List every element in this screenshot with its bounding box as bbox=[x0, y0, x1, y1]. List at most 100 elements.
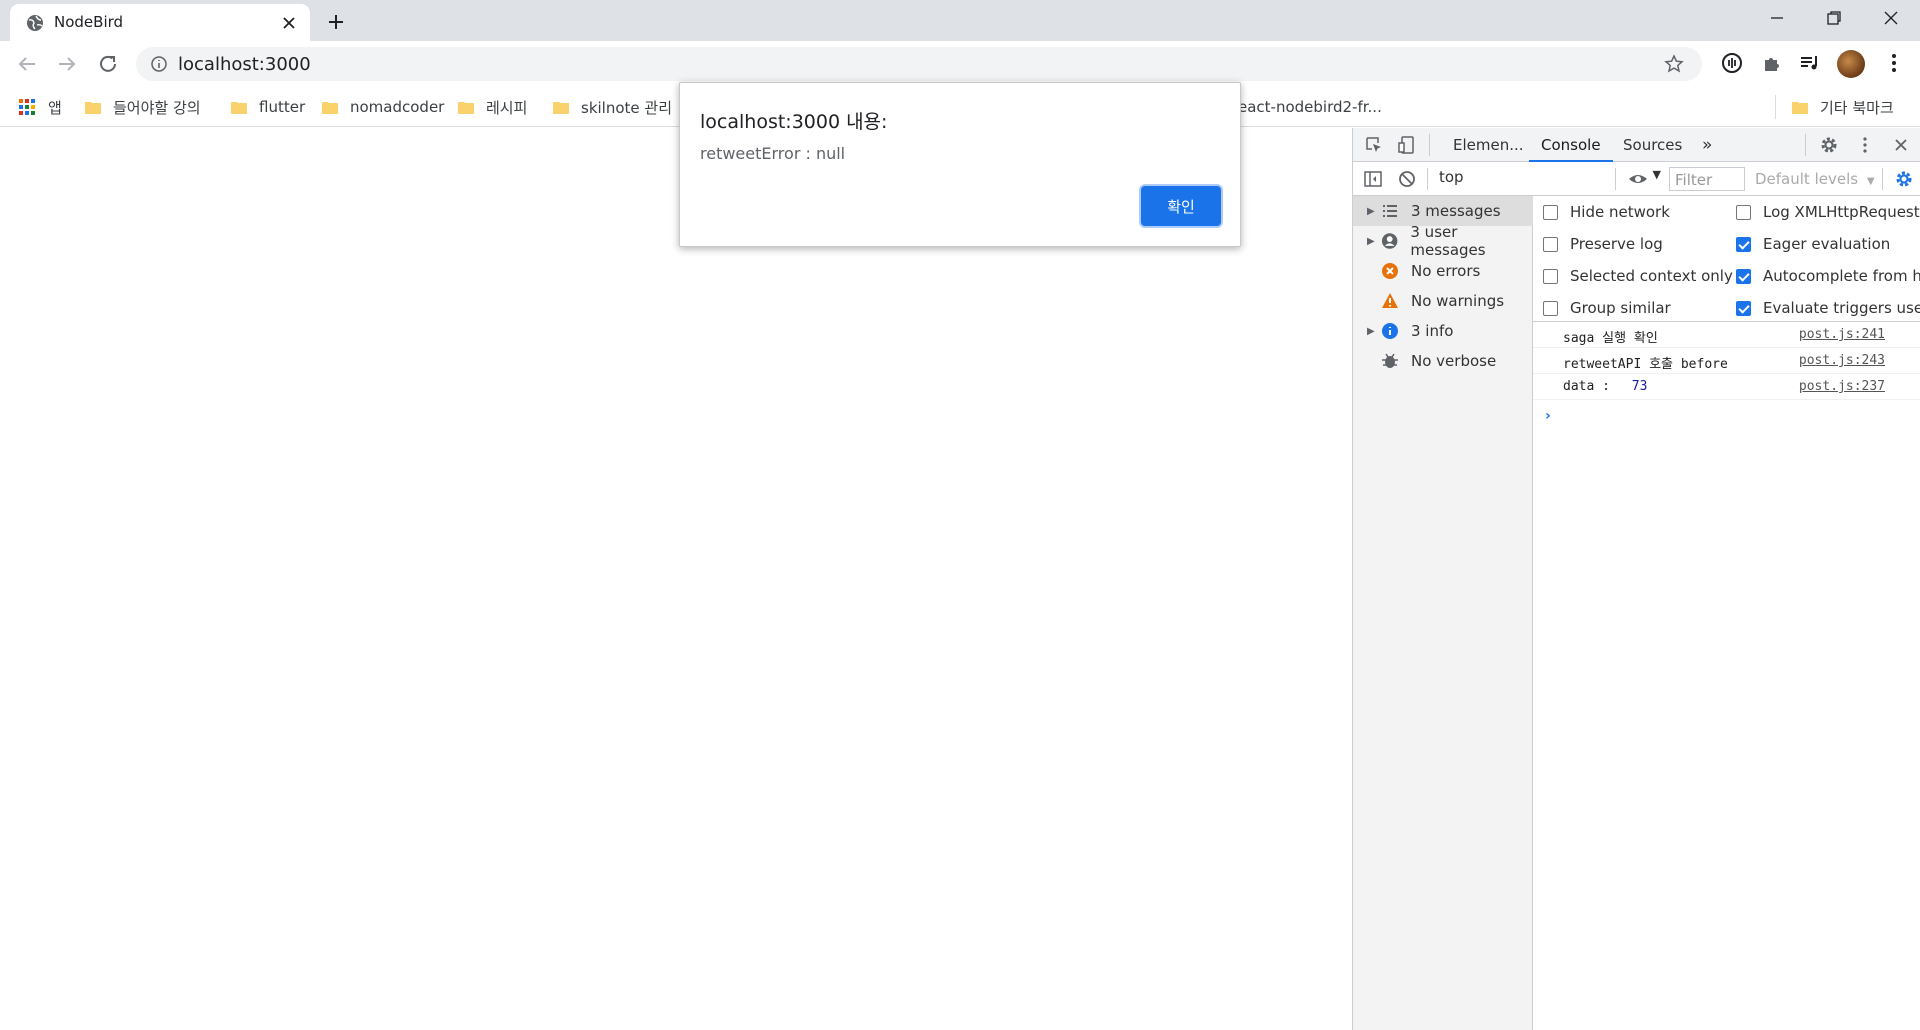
url-text: localhost:3000 bbox=[178, 54, 311, 75]
dialog-ok-button[interactable]: 확인 bbox=[1141, 186, 1221, 226]
option-autocomplete-history[interactable]: Autocomplete from hist bbox=[1736, 260, 1920, 292]
checkbox[interactable] bbox=[1543, 300, 1558, 316]
tab-sources[interactable]: Sources bbox=[1623, 128, 1682, 162]
option-label: Eager evaluation bbox=[1763, 235, 1891, 253]
address-bar[interactable]: localhost:3000 bbox=[136, 47, 1702, 81]
bookmark-folder[interactable]: flutter bbox=[231, 87, 305, 127]
log-source-link[interactable]: post.js:243 bbox=[1799, 353, 1885, 368]
browser-tab[interactable]: NodeBird bbox=[10, 4, 310, 41]
forward-icon[interactable] bbox=[55, 52, 79, 76]
checkbox-checked[interactable] bbox=[1736, 236, 1751, 252]
folder-icon bbox=[85, 102, 101, 114]
toolbar-divider bbox=[1429, 134, 1430, 156]
new-tab-icon[interactable] bbox=[326, 12, 346, 32]
more-menu-icon[interactable] bbox=[1882, 51, 1906, 75]
toolbar-divider bbox=[1615, 168, 1616, 190]
bookmark-other-folder[interactable]: 기타 북마크 bbox=[1792, 87, 1894, 127]
option-selected-context-only[interactable]: Selected context only bbox=[1543, 260, 1733, 292]
sidebar-item-warnings[interactable]: No warnings bbox=[1353, 286, 1533, 316]
close-tab-icon[interactable] bbox=[280, 14, 298, 32]
extension-audio-icon[interactable] bbox=[1720, 51, 1744, 75]
checkbox[interactable] bbox=[1543, 268, 1558, 284]
bookmark-folder[interactable]: skilnote 관리 bbox=[553, 87, 672, 127]
dropdown-arrow-icon: ▼ bbox=[1866, 176, 1875, 187]
window-close-icon[interactable] bbox=[1881, 8, 1901, 28]
console-settings-gear-icon[interactable] bbox=[1894, 169, 1914, 189]
log-levels-dropdown[interactable]: Default levels ▼ bbox=[1755, 170, 1875, 188]
site-info-icon[interactable] bbox=[150, 55, 168, 73]
close-devtools-icon[interactable] bbox=[1891, 135, 1911, 155]
option-label: Autocomplete from hist bbox=[1763, 267, 1920, 285]
checkbox[interactable] bbox=[1543, 236, 1558, 252]
log-source-link[interactable]: post.js:241 bbox=[1799, 327, 1885, 342]
bookmark-folder[interactable]: 레시피 bbox=[458, 87, 527, 127]
inspect-element-icon[interactable] bbox=[1364, 135, 1384, 155]
option-hide-network[interactable]: Hide network bbox=[1543, 196, 1733, 228]
context-value: top bbox=[1439, 168, 1464, 186]
settings-gear-icon[interactable] bbox=[1819, 135, 1839, 155]
extensions-puzzle-icon[interactable] bbox=[1760, 51, 1784, 75]
bookmark-folder[interactable]: nomadcoder bbox=[322, 87, 444, 127]
sidebar-item-info[interactable]: ▶ 3 info bbox=[1353, 316, 1533, 346]
checkbox-checked[interactable] bbox=[1736, 268, 1751, 284]
settings-column-right: Log XMLHttpRequests Eager evaluation Aut… bbox=[1736, 196, 1920, 321]
checkbox[interactable] bbox=[1543, 204, 1558, 220]
devtools-menu-icon[interactable] bbox=[1855, 135, 1875, 155]
more-tabs-chevron-icon[interactable]: » bbox=[1702, 128, 1712, 162]
tab-title: NodeBird bbox=[54, 13, 124, 31]
log-message: retweetAPI 호출 before bbox=[1563, 357, 1728, 372]
sidebar-item-label: 3 info bbox=[1411, 322, 1454, 340]
bookmark-label: 레시피 bbox=[486, 98, 528, 117]
option-label: Hide network bbox=[1570, 203, 1670, 221]
option-log-xhr[interactable]: Log XMLHttpRequests bbox=[1736, 196, 1920, 228]
devtools-panel: Elemen... Console Sources » top ▼ Filter… bbox=[1352, 128, 1920, 1030]
live-expression-eye-icon[interactable] bbox=[1628, 169, 1648, 189]
error-icon bbox=[1382, 263, 1398, 279]
media-queue-icon[interactable] bbox=[1798, 51, 1822, 75]
toolbar-divider bbox=[1805, 134, 1806, 156]
context-selector[interactable]: top ▼ bbox=[1439, 168, 1661, 190]
tab-elements[interactable]: Elemen... bbox=[1453, 128, 1524, 162]
filter-input[interactable]: Filter bbox=[1669, 167, 1745, 191]
tab-console[interactable]: Console bbox=[1529, 128, 1613, 162]
sidebar-item-label: No errors bbox=[1411, 262, 1481, 280]
console-sidebar: ▶ 3 messages ▶ 3 user messages No errors bbox=[1353, 196, 1533, 1030]
sidebar-item-verbose[interactable]: No verbose bbox=[1353, 346, 1533, 376]
log-message-wrap: data : 73 bbox=[1563, 379, 1647, 394]
alert-dialog: localhost:3000 내용: retweetError : null 확… bbox=[679, 82, 1241, 247]
sidebar-item-errors[interactable]: No errors bbox=[1353, 256, 1533, 286]
bookmark-label: flutter bbox=[259, 98, 306, 116]
back-icon[interactable] bbox=[15, 52, 39, 76]
sidebar-toggle-icon[interactable] bbox=[1363, 169, 1383, 189]
bookmark-folder[interactable]: 들어야할 강의 bbox=[85, 87, 201, 127]
option-eager-evaluation[interactable]: Eager evaluation bbox=[1736, 228, 1920, 260]
checkbox-checked[interactable] bbox=[1736, 300, 1751, 316]
bookmark-label: skilnote 관리 bbox=[581, 98, 672, 117]
bookmark-star-icon[interactable] bbox=[1664, 54, 1684, 74]
folder-icon bbox=[553, 102, 569, 114]
bookmark-link[interactable]: eact-nodebird2-fr... bbox=[1238, 87, 1382, 127]
user-icon bbox=[1381, 233, 1398, 249]
clear-console-icon[interactable] bbox=[1397, 169, 1417, 189]
restore-icon[interactable] bbox=[1824, 8, 1844, 28]
minimize-icon[interactable] bbox=[1767, 8, 1787, 28]
profile-avatar[interactable] bbox=[1837, 50, 1865, 78]
option-preserve-log[interactable]: Preserve log bbox=[1543, 228, 1733, 260]
option-evaluate-triggers[interactable]: Evaluate triggers user ac bbox=[1736, 292, 1920, 321]
option-group-similar[interactable]: Group similar bbox=[1543, 292, 1733, 321]
option-label: Evaluate triggers user ac bbox=[1763, 299, 1920, 317]
device-toolbar-icon[interactable] bbox=[1397, 135, 1417, 155]
info-icon bbox=[1382, 323, 1398, 339]
bookmark-apps[interactable]: 앱 bbox=[18, 87, 62, 127]
bookmark-label: 앱 bbox=[48, 98, 62, 117]
reload-icon[interactable] bbox=[96, 52, 120, 76]
checkbox[interactable] bbox=[1736, 204, 1751, 220]
expand-triangle-icon: ▶ bbox=[1367, 325, 1375, 337]
sidebar-item-user-messages[interactable]: ▶ 3 user messages bbox=[1353, 223, 1533, 259]
folder-icon bbox=[322, 102, 338, 114]
log-source-link[interactable]: post.js:237 bbox=[1799, 379, 1885, 394]
sidebar-item-messages[interactable]: ▶ 3 messages bbox=[1353, 196, 1533, 226]
console-prompt-chevron-icon[interactable]: › bbox=[1545, 408, 1551, 424]
option-label: Log XMLHttpRequests bbox=[1763, 203, 1920, 221]
browser-toolbar: localhost:3000 bbox=[0, 41, 1920, 87]
